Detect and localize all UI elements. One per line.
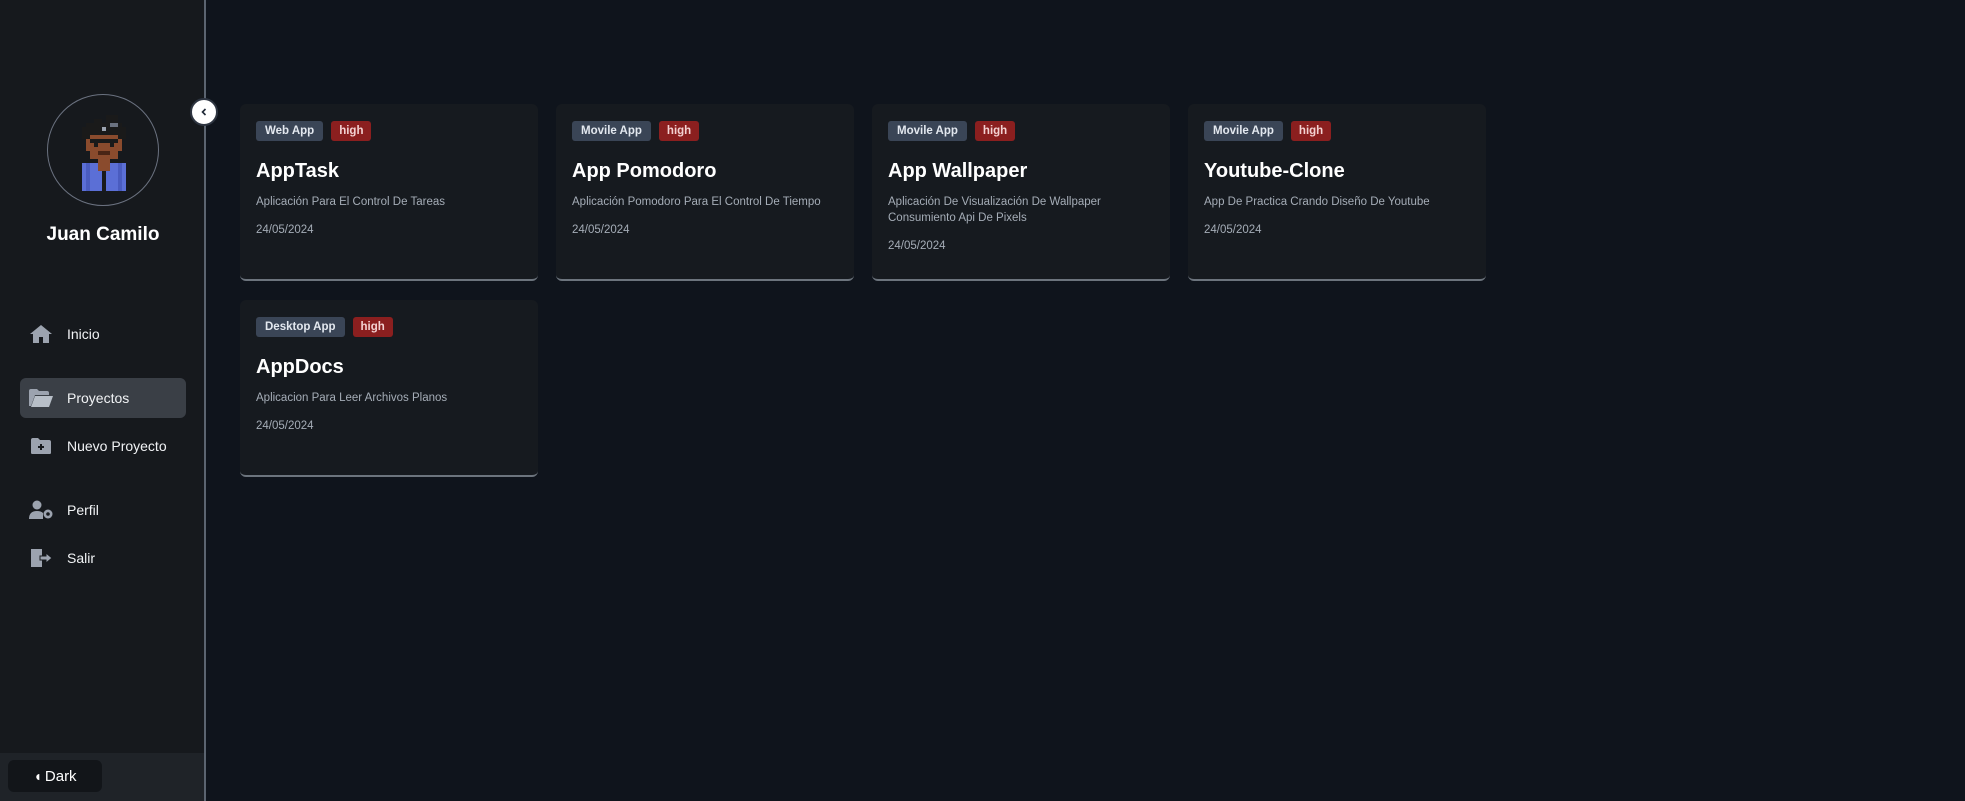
- project-date: 24/05/2024: [256, 420, 314, 432]
- folder-plus-icon: [27, 434, 55, 458]
- project-card[interactable]: Movile App high App Pomodoro Aplicación …: [556, 104, 854, 281]
- chevron-left-icon: [201, 108, 207, 116]
- pixel-avatar-icon: [82, 115, 126, 191]
- nav-item-inicio[interactable]: Inicio: [20, 314, 186, 354]
- project-date: 24/05/2024: [1204, 224, 1262, 236]
- project-title: AppTask: [256, 160, 339, 182]
- project-title: AppDocs: [256, 356, 344, 378]
- project-card[interactable]: Web App high AppTask Aplicación Para El …: [240, 104, 538, 281]
- project-description: Aplicacion Para Leer Archivos Planos: [256, 392, 448, 404]
- sidebar: Juan Camilo Inicio Proyectos Nuevo Proye…: [0, 0, 206, 801]
- priority-badge: high: [658, 121, 700, 141]
- priority-badge: high: [974, 121, 1016, 141]
- nav-item-proyectos[interactable]: Proyectos: [20, 378, 186, 418]
- project-description: Aplicación De Visualización De Wallpaper…: [888, 196, 1101, 224]
- project-description: Aplicación Pomodoro Para El Control De T…: [572, 196, 821, 208]
- nav-item-perfil[interactable]: Perfil: [20, 490, 186, 530]
- nav-item-salir[interactable]: Salir: [20, 538, 186, 578]
- logout-icon: [27, 546, 55, 570]
- project-description: App De Practica Crando Diseño De Youtube: [1204, 196, 1430, 208]
- project-title: App Wallpaper: [888, 160, 1028, 182]
- nav-label: Nuevo Proyecto: [67, 438, 167, 454]
- project-date: 24/05/2024: [888, 240, 946, 252]
- priority-badge: high: [1290, 121, 1332, 141]
- nav-label: Salir: [67, 550, 96, 566]
- theme-label: Dark: [44, 767, 77, 785]
- theme-toggle-button[interactable]: ◖ Dark: [8, 760, 102, 792]
- project-type-badge: Movile App: [572, 121, 651, 141]
- project-card[interactable]: Movile App high App Wallpaper Aplicación…: [872, 104, 1170, 281]
- user-name: Juan Camilo: [46, 224, 160, 245]
- moon-icon: ◖: [33, 768, 42, 784]
- sidebar-collapse-button[interactable]: [190, 98, 218, 126]
- project-title: Youtube-Clone: [1204, 160, 1345, 182]
- project-description: Aplicación Para El Control De Tareas: [256, 196, 445, 208]
- project-date: 24/05/2024: [572, 224, 630, 236]
- folder-open-icon: [27, 386, 55, 410]
- nav-item-nuevo-proyecto[interactable]: Nuevo Proyecto: [20, 426, 186, 466]
- nav-label: Inicio: [67, 326, 100, 342]
- project-type-badge: Movile App: [888, 121, 967, 141]
- project-card[interactable]: Desktop App high AppDocs Aplicacion Para…: [240, 300, 538, 477]
- project-date: 24/05/2024: [256, 224, 314, 236]
- project-type-badge: Web App: [256, 121, 324, 141]
- nav-label: Proyectos: [67, 390, 130, 406]
- project-card[interactable]: Movile App high Youtube-Clone App De Pra…: [1188, 104, 1486, 281]
- project-type-badge: Desktop App: [256, 317, 345, 337]
- project-type-badge: Movile App: [1204, 121, 1283, 141]
- user-gear-icon: [27, 498, 55, 522]
- priority-badge: high: [331, 121, 372, 141]
- avatar: [47, 94, 159, 206]
- home-icon: [27, 322, 55, 346]
- priority-badge: high: [352, 317, 393, 337]
- nav-label: Perfil: [67, 502, 99, 518]
- project-title: App Pomodoro: [572, 160, 717, 182]
